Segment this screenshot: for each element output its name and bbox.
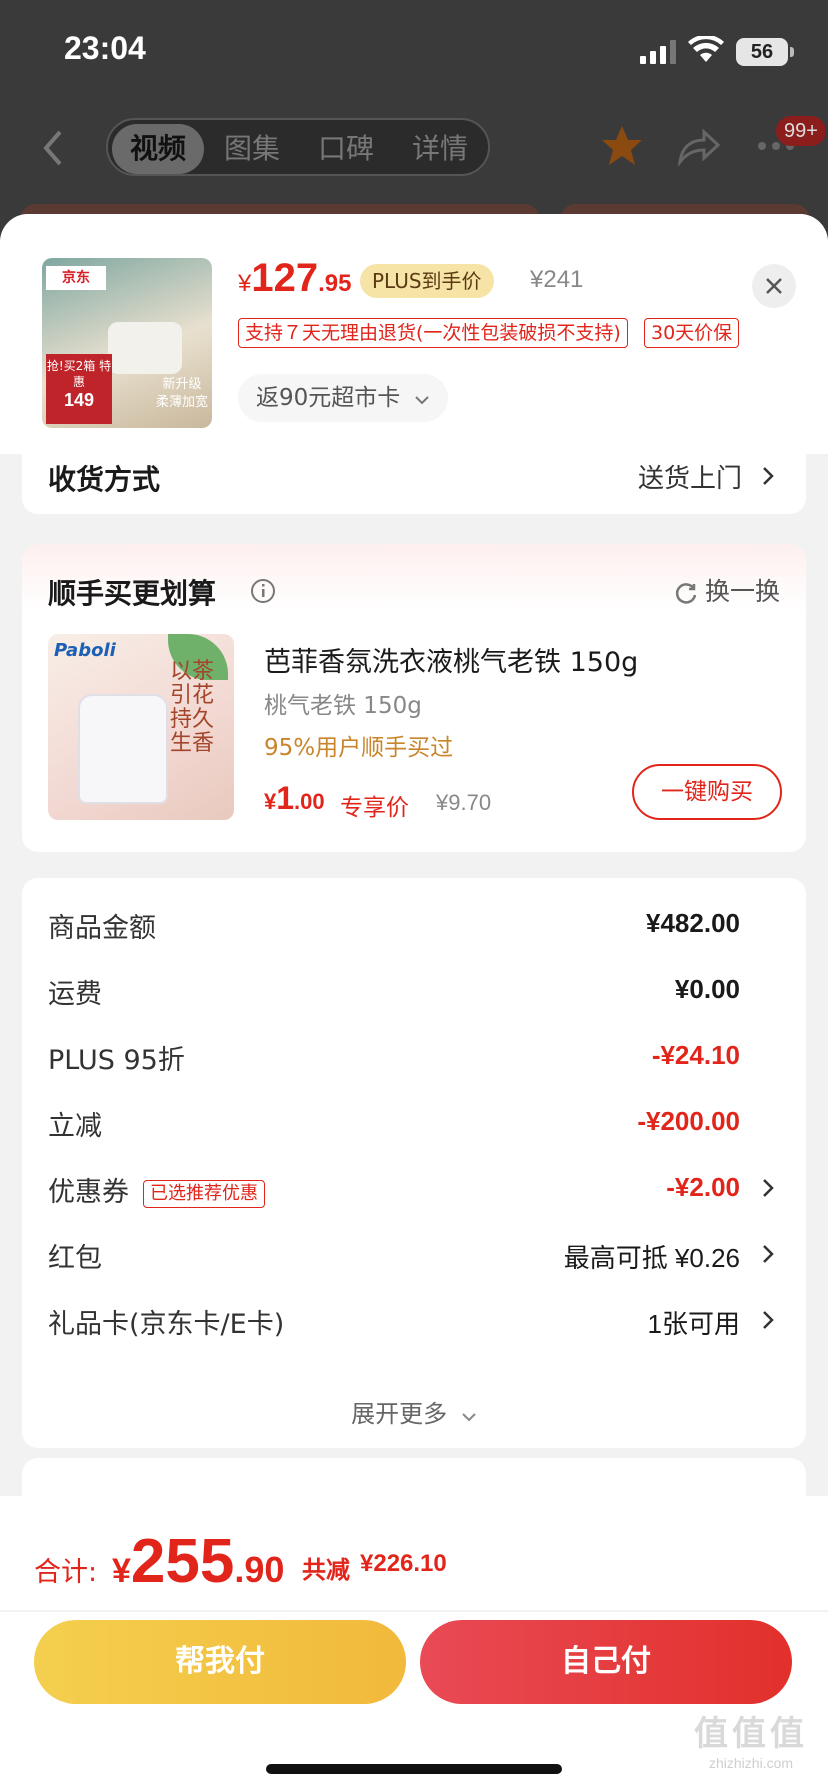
watermark: 值值值 zhizhizhi.com — [676, 1706, 826, 1786]
addon-exclusive-label: 专享价 — [340, 795, 409, 821]
swap-button[interactable]: 换一换 — [673, 572, 780, 608]
cashback-label: 返90元超市卡 — [256, 385, 401, 411]
summary-row-value: ¥482.00 — [646, 908, 740, 938]
price-integer: 127 — [251, 256, 319, 300]
home-indicator[interactable] — [266, 1764, 562, 1774]
chevron-down-icon — [462, 1413, 476, 1422]
expand-more-label: 展开更多 — [351, 1400, 448, 1428]
total-decimal: .90 — [234, 1549, 285, 1590]
total-label: 合计: — [34, 1557, 98, 1588]
wifi-icon — [688, 36, 724, 62]
chevron-down-icon — [414, 396, 429, 405]
order-summary-card: 商品金额 ¥482.00 运费 ¥0.00 PLUS 95折 -¥24.10 立… — [22, 878, 806, 1448]
addon-title: 顺手买更划算 — [48, 577, 217, 610]
original-price: ¥241 — [530, 266, 584, 293]
summary-row-label: 红包 — [48, 1243, 102, 1274]
tab-reviews[interactable]: 口碑 — [300, 124, 392, 174]
close-button[interactable] — [752, 264, 796, 308]
addon-original-price: ¥9.70 — [436, 790, 492, 815]
swap-label: 换一换 — [704, 577, 780, 606]
cashback-dropdown[interactable]: 返90元超市卡 — [238, 374, 448, 422]
info-icon[interactable] — [250, 578, 276, 604]
coupon-label: 优惠券 — [48, 1177, 129, 1208]
price-protect-tag: 30天价保 — [644, 318, 740, 348]
summary-row-label: PLUS 95折 — [48, 1045, 185, 1076]
delivery-value: 送货上门 — [637, 464, 742, 494]
tab-video[interactable]: 视频 — [112, 124, 204, 174]
favorite-star-icon[interactable] — [600, 124, 644, 168]
addon-price-decimal: .00 — [294, 789, 325, 814]
summary-row-value: -¥24.10 — [651, 1040, 740, 1070]
saved-label: 共减 — [302, 1556, 350, 1584]
addon-product-spec: 桃气老铁 150g — [264, 693, 422, 719]
battery-indicator: 56 — [736, 38, 788, 66]
summary-row-value: -¥200.00 — [637, 1106, 740, 1136]
summary-row-value: ¥0.00 — [674, 974, 740, 1004]
addon-product-image[interactable]: Paboli 以茶引花 持久生香 — [48, 634, 234, 820]
status-time: 23:04 — [64, 30, 146, 66]
product-image-price: 149 — [63, 390, 95, 410]
plus-price-tag: PLUS到手价 — [360, 264, 494, 298]
delivery-label: 收货方式 — [48, 463, 161, 496]
help-pay-button[interactable]: 帮我付 — [34, 1620, 406, 1704]
product-header: 京东 抢!买2箱 特惠 149 新升级 柔薄加宽 ¥127.95 PLUS到手价… — [0, 214, 828, 454]
product-image-tub — [108, 322, 182, 374]
one-click-buy-button[interactable]: 一键购买 — [632, 764, 782, 820]
product-image-promo-text: 抢!买2箱 特惠 — [46, 359, 112, 389]
current-price: ¥127.95 — [238, 256, 351, 301]
total-amount: ¥255.90 — [112, 1526, 284, 1597]
addon-price-currency: ¥ — [264, 789, 277, 814]
media-tab-bar: 视频 图集 口碑 详情 — [106, 118, 490, 176]
summary-row-label: 商品金额 — [48, 913, 156, 944]
summary-row-label: 运费 — [48, 979, 102, 1010]
total-currency: ¥ — [112, 1552, 131, 1590]
chevron-right-icon — [763, 1245, 774, 1263]
tab-gallery[interactable]: 图集 — [206, 124, 298, 174]
checkout-footer: 合计: ¥255.90 共减 ¥226.10 帮我付 自己付 值值值 zhizh… — [0, 1496, 828, 1792]
addon-product-name[interactable]: 芭菲香氛洗衣液桃气老铁 150g — [264, 640, 638, 679]
total-integer: 255 — [130, 1527, 235, 1596]
addon-price: ¥1.00 — [264, 780, 325, 817]
close-icon — [766, 278, 782, 294]
addon-image-brand: Paboli — [54, 640, 116, 661]
summary-row-label: 礼品卡(京东卡/E卡) — [48, 1309, 285, 1340]
expand-more-button[interactable]: 展开更多 — [22, 1394, 806, 1429]
product-image-caption: 新升级 柔薄加宽 — [155, 377, 208, 410]
signal-icon — [640, 40, 676, 64]
share-icon[interactable] — [676, 126, 720, 166]
return-policy-tag: 支持７天无理由退货(一次性包装破损不支持) — [238, 318, 628, 348]
summary-row-label: 优惠券 已选推荐优惠 — [48, 1170, 265, 1209]
addon-card: 顺手买更划算 换一换 Paboli 以茶引花 持久生香 芭菲香氛洗衣液桃气老铁 … — [22, 544, 806, 852]
message-count-badge: 99+ — [776, 116, 826, 146]
status-bar: 23:04 56 — [0, 0, 828, 100]
watermark-mark: 值值值 — [694, 1714, 808, 1754]
product-image: 京东 抢!买2箱 特惠 149 新升级 柔薄加宽 — [42, 258, 212, 428]
watermark-site: zhizhizhi.com — [708, 1755, 794, 1771]
addon-image-slogan: 以茶引花 持久生香 — [170, 659, 215, 756]
price-decimal: .95 — [318, 270, 352, 297]
product-image-promo: 抢!买2箱 特惠 149 — [46, 354, 112, 424]
back-arrow-icon[interactable] — [38, 128, 68, 168]
addon-price-integer: 1 — [276, 780, 295, 816]
summary-row-value: -¥2.00 — [666, 1172, 740, 1202]
addon-buyers-stat: 95%用户顺手买过 — [264, 735, 454, 761]
battery-tip — [790, 47, 794, 57]
tab-details[interactable]: 详情 — [394, 124, 486, 174]
product-image-brand: 京东 — [46, 266, 106, 290]
coupon-selected-tag: 已选推荐优惠 — [143, 1179, 265, 1208]
summary-row-label: 立减 — [48, 1111, 102, 1142]
footer-divider — [0, 1610, 828, 1612]
addon-image-bottle — [78, 694, 168, 804]
summary-row-value: 最高可抵 ¥0.26 — [563, 1243, 740, 1273]
price-currency: ¥ — [238, 270, 252, 297]
chevron-right-icon — [763, 1179, 774, 1197]
summary-row-value: 1张可用 — [647, 1309, 740, 1339]
self-pay-button[interactable]: 自己付 — [420, 1620, 792, 1704]
chevron-right-icon — [763, 467, 774, 485]
saved-amount: ¥226.10 — [360, 1550, 447, 1577]
chevron-right-icon — [763, 1311, 774, 1329]
refresh-icon — [675, 583, 697, 604]
